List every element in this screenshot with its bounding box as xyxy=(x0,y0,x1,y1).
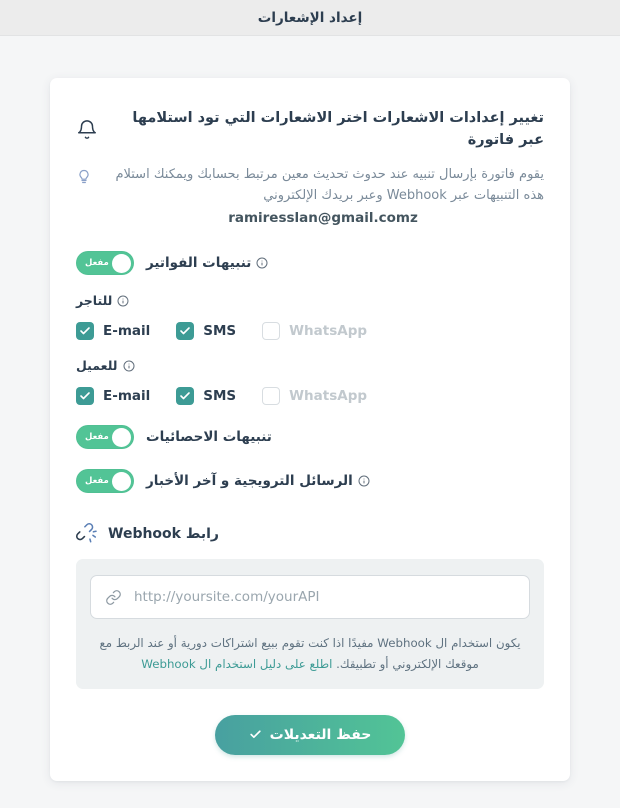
card-description-text: يقوم فاتورة بإرسال تنبيه عند حدوث تحديث … xyxy=(102,164,544,230)
page-title: إعداد الإشعارات xyxy=(257,9,363,26)
webhook-section-header: رابط Webhook xyxy=(76,523,544,545)
channel-customer-sms-label: SMS xyxy=(203,388,237,405)
info-icon[interactable] xyxy=(123,360,135,372)
channel-customer-whatsapp-label: WhatsApp xyxy=(289,388,368,405)
info-icon[interactable] xyxy=(256,257,268,269)
toggle-invoices-label: تنبيهات الفواتير xyxy=(146,255,252,272)
channel-merchant-whatsapp: WhatsApp xyxy=(262,322,368,341)
channel-group-merchant: للتاجر E-mail SMS WhatsApp xyxy=(76,293,544,341)
unlink-icon xyxy=(76,523,98,545)
channel-customer-email: E-mail xyxy=(76,387,151,406)
toggle-invoices-label-wrap: تنبيهات الفواتير xyxy=(146,255,268,271)
checkbox-merchant-email[interactable] xyxy=(76,322,94,341)
checkbox-merchant-whatsapp[interactable] xyxy=(262,322,281,341)
toggle-invoices-state: مفعل xyxy=(85,258,109,269)
check-icon xyxy=(249,728,262,741)
save-changes-label: حفظ التعديلات xyxy=(269,726,372,743)
save-button-row: حفظ التعديلات xyxy=(76,714,544,755)
channel-list-customer: E-mail SMS WhatsApp xyxy=(76,387,544,406)
checkbox-merchant-sms[interactable] xyxy=(176,322,195,341)
checkbox-customer-sms[interactable] xyxy=(176,387,195,406)
link-icon xyxy=(105,589,122,606)
channel-merchant-sms: SMS xyxy=(176,322,237,341)
info-icon[interactable] xyxy=(358,475,370,487)
toggle-promotions-label: الرسائل الترويجية و آخر الأخبار xyxy=(146,473,353,490)
webhook-url-input[interactable] xyxy=(132,588,515,607)
webhook-url-field[interactable] xyxy=(90,575,530,620)
channel-customer-sms: SMS xyxy=(176,387,237,406)
info-icon[interactable] xyxy=(117,295,129,307)
card-description-row: يقوم فاتورة بإرسال تنبيه عند حدوث تحديث … xyxy=(76,164,544,230)
card-headline-row: تغيير إعدادات الاشعارات اختر الاشعارات ا… xyxy=(76,108,544,152)
channel-group-merchant-title: للتاجر xyxy=(76,293,113,309)
channel-list-merchant: E-mail SMS WhatsApp xyxy=(76,322,544,341)
channel-merchant-whatsapp-label: WhatsApp xyxy=(289,323,368,340)
checkbox-customer-whatsapp[interactable] xyxy=(262,387,281,406)
channel-group-customer-title: للعميل xyxy=(76,358,118,374)
toggle-promotions[interactable]: مفعل xyxy=(76,469,134,494)
channel-customer-whatsapp: WhatsApp xyxy=(262,387,368,406)
toggle-statistics-label-wrap: تنبيهات الاحصائيات xyxy=(146,429,272,445)
lightbulb-icon xyxy=(76,167,92,186)
channel-merchant-email: E-mail xyxy=(76,322,151,341)
webhook-guide-link[interactable]: اطلع على دليل استخدام ال Webhook xyxy=(141,657,332,671)
card-headline-text: تغيير إعدادات الاشعارات اختر الاشعارات ا… xyxy=(132,110,544,148)
toggle-row-invoices: مفعل تنبيهات الفواتير xyxy=(76,251,544,276)
toggle-invoices-knob xyxy=(112,253,131,273)
toggle-promotions-knob xyxy=(112,471,131,491)
toggle-statistics-label: تنبيهات الاحصائيات xyxy=(146,429,272,446)
channel-group-customer-title-wrap: للعميل xyxy=(76,358,544,373)
channel-customer-email-label: E-mail xyxy=(103,388,151,405)
toggle-promotions-label-wrap: الرسائل الترويجية و آخر الأخبار xyxy=(146,473,370,489)
toggle-statistics-state: مفعل xyxy=(85,432,109,443)
toggle-statistics[interactable]: مفعل xyxy=(76,425,134,450)
bell-icon xyxy=(76,118,98,142)
checkbox-customer-email[interactable] xyxy=(76,387,94,406)
notification-settings-card: تغيير إعدادات الاشعارات اختر الاشعارات ا… xyxy=(50,78,570,781)
page-body: تغيير إعدادات الاشعارات اختر الاشعارات ا… xyxy=(0,36,620,781)
card-description-body: يقوم فاتورة بإرسال تنبيه عند حدوث تحديث … xyxy=(115,166,544,203)
toggle-promotions-state: مفعل xyxy=(85,476,109,487)
channel-merchant-email-label: E-mail xyxy=(103,323,151,340)
webhook-title: رابط Webhook xyxy=(108,526,219,543)
channel-merchant-sms-label: SMS xyxy=(203,323,237,340)
webhook-panel: يكون استخدام ال Webhook مفيدًا اذا كنت ت… xyxy=(76,559,544,689)
webhook-help-text: يكون استخدام ال Webhook مفيدًا اذا كنت ت… xyxy=(90,633,530,674)
toggle-row-promotions: مفعل الرسائل الترويجية و آخر الأخبار xyxy=(76,469,544,494)
window-header: إعداد الإشعارات xyxy=(0,0,620,36)
toggle-statistics-knob xyxy=(112,427,131,447)
save-changes-button[interactable]: حفظ التعديلات xyxy=(214,714,406,755)
toggle-invoices[interactable]: مفعل xyxy=(76,251,134,276)
toggle-row-statistics: مفعل تنبيهات الاحصائيات xyxy=(76,425,544,450)
channel-group-merchant-title-wrap: للتاجر xyxy=(76,293,544,308)
channel-group-customer: للعميل E-mail SMS WhatsApp xyxy=(76,358,544,406)
account-email: ramiresslan@gmail.comz xyxy=(228,209,418,226)
